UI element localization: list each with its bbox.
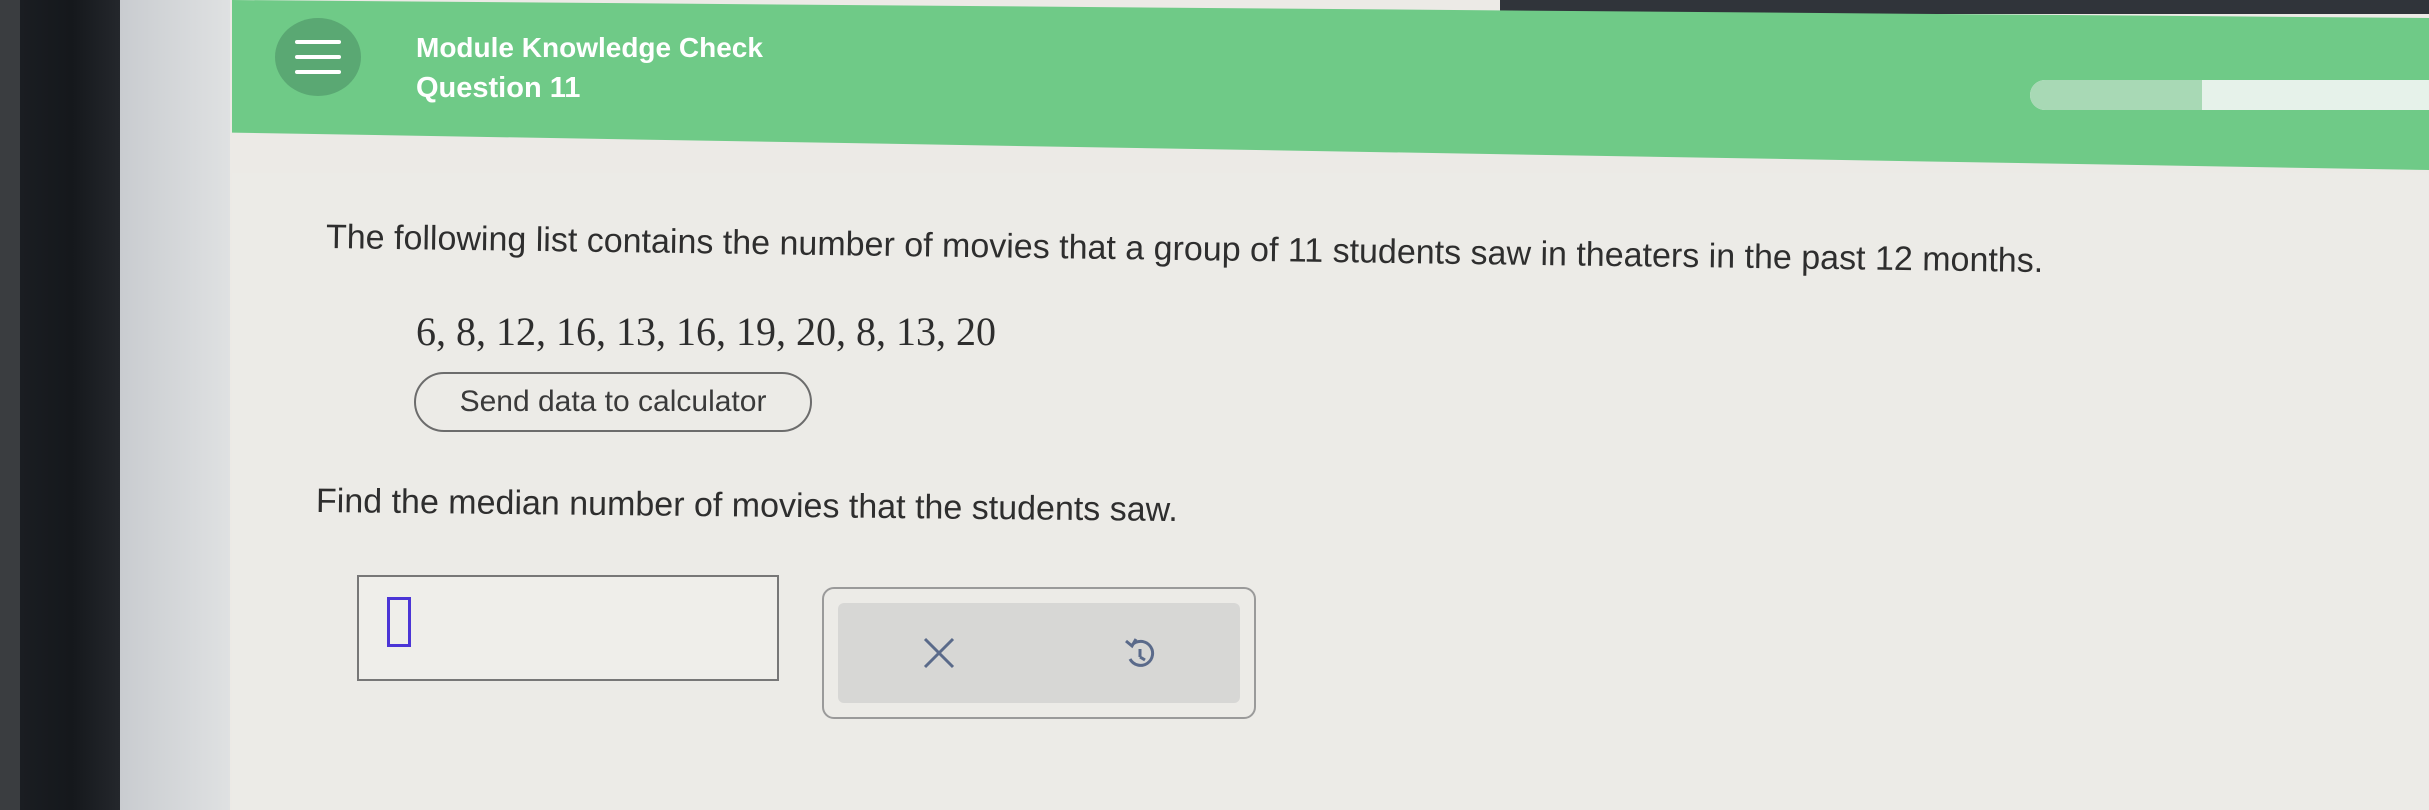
module-title: Module Knowledge Check (416, 32, 763, 63)
undo-icon (1124, 638, 1154, 667)
question-number: Question 11 (416, 72, 581, 104)
data-values: 6, 8, 12, 16, 13, 16, 19, 20, 8, 13, 20 (416, 309, 996, 354)
menu-button[interactable] (275, 18, 361, 96)
undo-button[interactable] (1110, 623, 1170, 683)
progress-bar (2030, 80, 2429, 110)
answer-cursor (387, 597, 411, 647)
answer-action-panel (822, 587, 1256, 719)
hamburger-menu-icon (295, 40, 341, 44)
answer-action-buttons (838, 603, 1240, 703)
header-titles: Module Knowledge Check Question 11 (416, 28, 763, 108)
progress-bar-fill (2030, 80, 2202, 110)
answer-input[interactable] (357, 575, 779, 681)
x-icon (923, 637, 954, 669)
page-left-margin (120, 0, 230, 810)
clear-button[interactable] (909, 623, 969, 683)
hamburger-menu-icon-bar (295, 70, 341, 74)
send-data-to-calculator-button[interactable]: Send data to calculator (414, 372, 812, 432)
bezel-edge (0, 0, 20, 810)
hamburger-menu-icon-bar (295, 55, 341, 59)
